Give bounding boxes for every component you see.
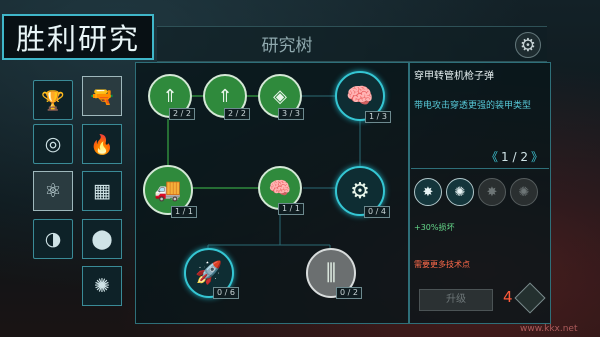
research-name: 穿甲转管机枪子弹 [414, 71, 494, 82]
node-progress: 0 / 6 [213, 287, 239, 299]
node-progress: 2 / 2 [169, 108, 195, 120]
node-progress: 1 / 1 [278, 203, 304, 215]
rounds-icon: ⫼ [325, 260, 337, 286]
watermark: www.kkx.net [520, 324, 578, 334]
node-progress: 1 / 1 [171, 206, 197, 218]
bullet-rank-icon: ⇑ [217, 85, 233, 107]
effect-text: +30%损坏 [414, 223, 455, 232]
locked-level-icon[interactable]: ✸ [478, 178, 506, 206]
divider [411, 168, 549, 169]
shield-bullet-icon: ◈ [273, 85, 287, 107]
chevron-right-icon[interactable]: 》 [531, 148, 543, 165]
level-icons: ✸ ✺ ✸ ✺ [414, 178, 538, 206]
missile-icon: 🚀 [195, 260, 223, 286]
node-progress: 2 / 2 [224, 108, 250, 120]
research-description: 带电攻击穿透更强的装甲类型 [414, 101, 532, 111]
node-progress: 0 / 4 [364, 206, 390, 218]
brain-icon: 🧠 [268, 177, 292, 199]
upgrade-button[interactable]: 升级 [419, 289, 493, 311]
locked-level-icon[interactable]: ✺ [510, 178, 538, 206]
page-indicator: 1 / 2 [501, 149, 528, 164]
node-progress: 3 / 3 [278, 108, 304, 120]
requirement-warning: 需要更多技术点 [414, 260, 470, 269]
brain-bullet-icon: 🧠 [346, 83, 374, 109]
soldier-shot-icon[interactable]: ✸ [414, 178, 442, 206]
node-progress: 1 / 3 [365, 111, 391, 123]
node-progress: 0 / 2 [336, 287, 362, 299]
gears-icon: ⚙ [350, 178, 370, 204]
bullet-rank-icon: ⇑ [162, 85, 178, 107]
tech-point-cost: 4 [503, 288, 513, 306]
vehicle-icon: 🚚 [154, 177, 182, 203]
info-pager: 《 1 / 2 》 [486, 148, 543, 165]
brain-shot-icon[interactable]: ✺ [446, 178, 474, 206]
chevron-left-icon[interactable]: 《 [486, 148, 498, 165]
